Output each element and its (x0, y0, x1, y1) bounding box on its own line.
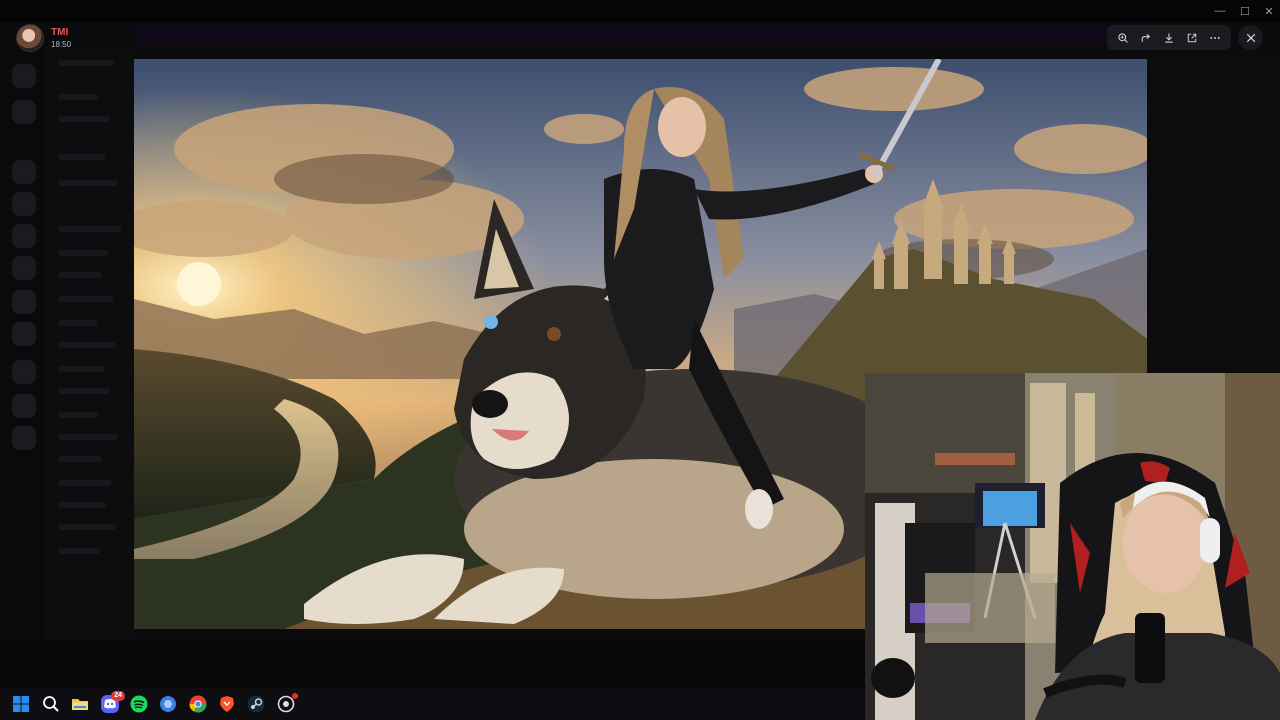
open-external-button[interactable] (1182, 28, 1202, 48)
taskbar-discord[interactable]: 24 (99, 691, 125, 715)
zoom-in-button[interactable] (1113, 28, 1133, 48)
image-viewer-toolbar (1107, 25, 1231, 50)
download-icon (1165, 33, 1173, 43)
taskbar-steam[interactable] (245, 693, 267, 715)
window-close-button[interactable]: ✕ (1257, 0, 1280, 22)
taskbar-search[interactable] (40, 693, 62, 715)
minimize-button[interactable]: — (1208, 0, 1232, 22)
author-username[interactable]: TMI (51, 27, 68, 38)
chrome-icon (189, 695, 207, 713)
taskbar-app-notification[interactable] (275, 693, 298, 715)
forward-button[interactable] (1136, 28, 1156, 48)
window-title-bar: — ☐ ✕ (0, 0, 1280, 22)
zoom-in-icon (1117, 32, 1128, 43)
close-icon (1246, 33, 1255, 42)
more-options-button[interactable] (1205, 28, 1225, 48)
streamer-webcam (865, 373, 1280, 720)
download-button[interactable] (1159, 28, 1179, 48)
file-explorer-icon (72, 699, 88, 710)
taskbar-spotify[interactable] (128, 693, 150, 715)
steam-icon (247, 695, 265, 713)
discord-unread-badge: 24 (111, 691, 125, 701)
open-external-icon (1187, 33, 1197, 42)
channel-list (44, 50, 134, 680)
avatar[interactable] (16, 24, 44, 52)
taskbar-app-orb[interactable] (157, 693, 179, 715)
app-blue-orb-icon (160, 696, 176, 712)
close-viewer-button[interactable] (1238, 25, 1263, 50)
webcam-overlay (865, 373, 1280, 720)
taskbar-brave[interactable] (216, 693, 238, 715)
windows-start-icon (13, 696, 29, 712)
message-timestamp: 18:50 (51, 40, 72, 49)
maximize-button[interactable]: ☐ (1233, 0, 1257, 22)
server-rail (0, 50, 44, 680)
notification-dot (292, 693, 298, 699)
user-panel (0, 640, 865, 688)
taskbar-chrome[interactable] (187, 693, 209, 715)
taskbar-file-explorer[interactable] (69, 693, 91, 715)
taskbar-start[interactable] (10, 693, 32, 715)
forward-icon (1141, 33, 1151, 42)
taskbar: 24 (0, 688, 865, 720)
member-list (1147, 50, 1280, 370)
notice-bar (134, 24, 1147, 44)
search-icon (43, 696, 59, 712)
more-options-icon (1210, 36, 1221, 39)
spotify-icon (130, 695, 148, 713)
brave-icon (220, 696, 234, 712)
